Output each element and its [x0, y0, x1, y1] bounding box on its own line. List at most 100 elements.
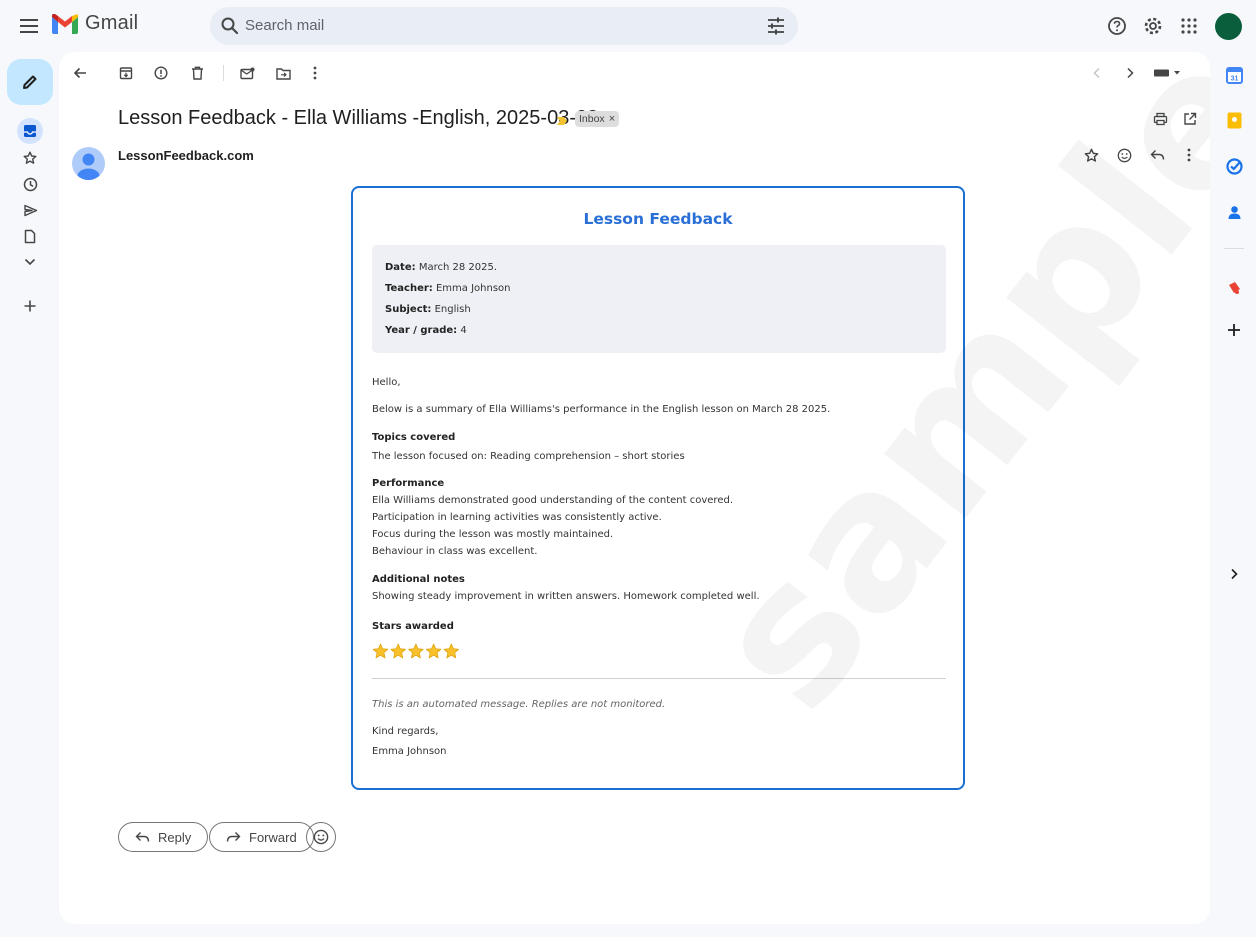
topics-heading: Topics covered	[372, 432, 456, 443]
inbox-icon[interactable]	[17, 118, 43, 144]
topics-text: The lesson focused on: Reading comprehen…	[372, 451, 685, 462]
addon-icon[interactable]	[1222, 275, 1246, 299]
show-side-panel-chevron-icon[interactable]	[1222, 562, 1246, 586]
tasks-icon[interactable]	[1222, 154, 1246, 178]
info-date: Date: March 28 2025.	[385, 262, 497, 273]
info-grade: Year / grade: 4	[385, 325, 467, 336]
account-avatar[interactable]	[1215, 13, 1242, 40]
search-bar[interactable]: Search mail	[210, 7, 798, 45]
smiley-icon	[313, 829, 329, 845]
closing: Kind regards,	[372, 726, 439, 737]
keep-notes-icon[interactable]	[1222, 108, 1246, 132]
star-icon	[372, 643, 389, 659]
snoozed-clock-icon[interactable]	[17, 171, 43, 197]
input-tools-keyboard-icon[interactable]	[1152, 62, 1182, 84]
performance-line: Ella Williams demonstrated good understa…	[372, 495, 734, 506]
importance-marker-icon[interactable]	[556, 113, 568, 131]
compose-button[interactable]	[7, 59, 53, 105]
more-options-vertical-icon[interactable]	[304, 62, 326, 84]
performance-line: Participation in learning activities was…	[372, 512, 662, 523]
drafts-icon[interactable]	[17, 223, 43, 249]
delete-trash-icon[interactable]	[186, 62, 208, 84]
search-icon[interactable]	[220, 16, 240, 41]
more-chevron-down-icon[interactable]	[17, 249, 43, 275]
calendar-icon[interactable]: 31	[1222, 63, 1246, 87]
archive-icon[interactable]	[115, 62, 137, 84]
reply-arrow-icon[interactable]	[1146, 144, 1168, 166]
performance-heading: Performance	[372, 478, 445, 489]
feedback-title: Lesson Feedback	[583, 210, 733, 228]
remove-label-close-icon[interactable]: ×	[609, 113, 615, 125]
report-spam-icon[interactable]	[150, 62, 172, 84]
side-panel-divider	[1224, 248, 1244, 249]
info-teacher-label: Teacher:	[385, 283, 433, 294]
email-subject: Lesson Feedback - Ella Williams -English…	[118, 107, 599, 129]
gmail-m-icon	[52, 13, 78, 34]
inbox-label: Inbox	[579, 113, 605, 125]
reply-icon	[135, 832, 150, 842]
app-name: Gmail	[85, 12, 139, 34]
sender-name[interactable]: LessonFeedback.com	[118, 148, 254, 163]
info-teacher: Teacher: Emma Johnson	[385, 283, 511, 294]
back-arrow-icon[interactable]	[69, 62, 91, 84]
apps-grid-icon[interactable]	[1176, 13, 1202, 39]
stars-heading: Stars awarded	[372, 621, 454, 632]
older-chevron-right-icon[interactable]	[1119, 62, 1141, 84]
search-options-icon[interactable]	[766, 16, 786, 41]
move-to-folder-icon[interactable]	[272, 62, 294, 84]
info-subject-label: Subject:	[385, 304, 432, 315]
stars-icons	[372, 643, 460, 659]
intro-text: Below is a summary of Ella Williams's pe…	[372, 404, 831, 415]
toolbar-divider	[223, 65, 224, 81]
add-reaction-emoji-icon[interactable]	[1113, 144, 1135, 166]
lesson-info-box: Date: March 28 2025. Teacher: Emma Johns…	[372, 245, 946, 353]
reply-label: Reply	[158, 829, 192, 845]
email-body: Lesson Feedback Date: March 28 2025. Tea…	[351, 186, 965, 790]
inbox-label-chip[interactable]: Inbox ×	[575, 111, 620, 127]
main-menu-icon[interactable]	[10, 6, 50, 46]
performance-line: Focus during the lesson was mostly maint…	[372, 529, 614, 540]
sent-icon[interactable]	[17, 197, 43, 223]
contacts-icon[interactable]	[1222, 200, 1246, 224]
open-new-window-icon[interactable]	[1179, 108, 1201, 130]
starred-icon[interactable]	[17, 145, 43, 171]
search-input[interactable]: Search mail	[245, 17, 324, 34]
message-more-vertical-icon[interactable]	[1178, 144, 1200, 166]
svg-text:31: 31	[1230, 75, 1238, 82]
forward-label: Forward	[249, 829, 297, 845]
info-grade-label: Year / grade:	[385, 325, 458, 336]
stars-rating	[372, 643, 462, 664]
newer-chevron-left-icon[interactable]	[1086, 62, 1108, 84]
body-divider	[372, 678, 946, 679]
forward-button[interactable]: Forward	[209, 822, 314, 852]
gmail-logo[interactable]: Gmail	[52, 12, 138, 35]
performance-line: Behaviour in class was excellent.	[372, 546, 538, 557]
forward-icon	[226, 832, 241, 842]
notes-heading: Additional notes	[372, 574, 465, 585]
get-addons-plus-icon[interactable]	[1222, 318, 1246, 342]
star-icon	[408, 643, 424, 659]
print-icon[interactable]	[1149, 108, 1171, 130]
reply-button[interactable]: Reply	[118, 822, 209, 852]
star-icon	[425, 643, 442, 659]
info-date-value: March 28 2025.	[418, 262, 498, 273]
person-icon	[77, 153, 100, 180]
help-icon[interactable]	[1104, 13, 1130, 39]
settings-gear-icon[interactable]	[1140, 13, 1166, 39]
emoji-reaction-button[interactable]	[306, 822, 336, 852]
message-view: Lesson Feedback - Ella Williams -English…	[59, 52, 1210, 924]
star-icon	[443, 643, 460, 659]
info-grade-value: 4	[460, 325, 467, 336]
star-icon	[390, 643, 406, 659]
notes-text: Showing steady improvement in written an…	[372, 591, 760, 602]
sender-avatar[interactable]	[72, 147, 105, 180]
info-subject: Subject: English	[385, 304, 471, 315]
greeting: Hello,	[372, 377, 401, 388]
mark-unread-icon[interactable]	[236, 62, 258, 84]
create-label-plus-icon[interactable]	[17, 293, 43, 319]
top-bar: Gmail Search mail	[0, 0, 1256, 52]
automated-note: This is an automated message. Replies ar…	[372, 699, 666, 710]
star-icon[interactable]	[1080, 144, 1102, 166]
info-date-label: Date:	[385, 262, 416, 273]
info-subject-value: English	[434, 304, 471, 315]
